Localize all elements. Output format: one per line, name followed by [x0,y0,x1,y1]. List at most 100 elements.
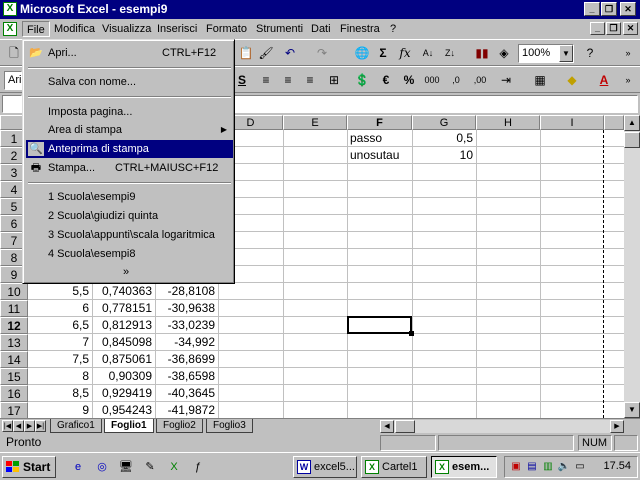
font-name-select[interactable]: Ari [4,71,22,90]
minimize-button[interactable]: _ [584,2,600,16]
cell-value[interactable]: 7,5 [28,351,92,368]
task-excel5[interactable]: W excel5... [293,456,357,478]
borders-icon[interactable]: ▦ [530,71,550,90]
column-header-i[interactable]: I [540,115,604,130]
network-icon[interactable]: ▣ [509,460,523,474]
euro-icon[interactable]: € [376,71,396,90]
desktop-icon[interactable]: 🖥 [118,459,134,475]
thousands-icon[interactable]: 000 [422,71,442,90]
column-header-e[interactable]: E [283,115,347,130]
cell-value[interactable]: 0,90309 [92,368,155,385]
cell-value[interactable]: -36,8699 [155,351,218,368]
menu-strumenti[interactable]: Strumenti [252,21,307,37]
cell-value[interactable]: 9 [28,402,92,418]
cell-value[interactable]: -33,0239 [155,317,218,334]
cell-value[interactable]: 6,5 [28,317,92,334]
recent-file-2[interactable]: 2 Scuola\giudizi quinta [26,207,233,225]
speaker-icon[interactable]: 🔈 [557,460,571,474]
row-header[interactable]: 16 [0,385,28,402]
cell-value[interactable]: 0,954243 [92,402,155,418]
cell-value[interactable]: 5,5 [28,283,92,300]
underline-icon[interactable]: S [232,71,252,90]
cell-value[interactable]: 0,929419 [92,385,155,402]
ie-icon[interactable]: e [70,459,86,475]
cell-value[interactable]: 6 [28,300,92,317]
undo-icon[interactable]: ↶ [280,44,300,63]
align-center-icon[interactable]: ≡ [278,71,298,90]
close-button[interactable]: ✕ [620,2,636,16]
column-header-f[interactable]: F [347,115,412,130]
sort-descending-icon[interactable]: Z↓ [440,44,460,63]
active-cell-f12[interactable] [347,316,414,336]
tab-foglio3[interactable]: Foglio3 [206,419,253,433]
hyperlink-icon[interactable]: 🌐 [352,44,372,63]
column-header-h[interactable]: H [476,115,540,130]
scroll-left-button[interactable]: ◀ [380,420,394,433]
more-buttons-icon[interactable]: » [618,71,638,90]
recent-file-1[interactable]: 1 Scuola\esempi9 [26,188,233,206]
help-icon[interactable]: ? [580,44,600,63]
cell-value[interactable]: 0,740363 [92,283,155,300]
recent-file-4[interactable]: 4 Scuola\esempi8 [26,245,233,263]
vertical-scrollbar[interactable]: ▲ ▼ [624,115,640,418]
tab-foglio2[interactable]: Foglio2 [156,419,203,433]
sort-ascending-icon[interactable]: A↓ [418,44,438,63]
menu-help[interactable]: ? [386,21,400,37]
scroll-right-button[interactable]: ▶ [610,420,624,433]
decrease-decimal-icon[interactable]: ,00 [470,71,490,90]
cell-value[interactable]: -30,9638 [155,300,218,317]
scroll-up-button[interactable]: ▲ [624,115,640,131]
horizontal-scrollbar[interactable]: ◀ ▶ [380,420,624,433]
align-left-icon[interactable]: ≡ [256,71,276,90]
autosum-icon[interactable]: Σ [373,44,393,63]
cell-value[interactable]: -34,992 [155,334,218,351]
column-header-g[interactable]: G [412,115,476,130]
menu-item-salva-con-nome[interactable]: Salva con nome... [26,73,233,91]
cell-g2[interactable]: 10 [412,147,476,164]
cell-value[interactable]: 7 [28,334,92,351]
task-esempi9[interactable]: X esem... [431,456,497,478]
doc-minimize-button[interactable]: _ [590,22,605,35]
task-cartel1[interactable]: X Cartel1 [361,456,427,478]
percent-icon[interactable]: % [399,71,419,90]
menu-item-apri[interactable]: 📂 Apri... CTRL+F12 [26,44,233,62]
font-color-icon[interactable]: A [594,71,614,90]
expand-menu-chevron-icon[interactable]: » [123,266,129,278]
tray-app-icon[interactable]: ▥ [541,460,555,474]
indent-icon[interactable]: ⇥ [496,71,516,90]
cell-value[interactable]: 0,778151 [92,300,155,317]
menu-item-area-di-stampa[interactable]: Area di stampa ▶ [26,121,233,139]
doc-restore-button[interactable]: ❐ [606,22,621,35]
fill-color-icon[interactable]: ◆ [562,71,582,90]
prev-sheet-button[interactable]: ◀ [13,420,24,432]
cell-value[interactable]: -40,3645 [155,385,218,402]
scroll-thumb[interactable] [395,420,415,433]
paste-icon[interactable]: 📋 [236,44,256,63]
row-header[interactable]: 12 [0,317,28,334]
tab-foglio1[interactable]: Foglio1 [104,419,154,433]
excel-icon[interactable]: X [3,2,17,16]
row-header[interactable]: 11 [0,300,28,317]
format-painter-icon[interactable]: 🖌 [256,44,276,63]
menu-visualizza[interactable]: Visualizza [98,21,155,37]
cell-g1[interactable]: 0,5 [412,130,476,147]
menu-item-stampa[interactable]: 🖶 Stampa... CTRL+MAIUSC+F12 [26,159,233,177]
drawing-icon[interactable]: ◈ [494,44,514,63]
more-buttons-icon[interactable]: » [618,44,638,63]
name-box[interactable] [2,95,22,113]
menu-item-imposta-pagina[interactable]: Imposta pagina... [26,103,233,121]
recent-file-3[interactable]: 3 Scuola\appunti\scala logaritmica [26,226,233,244]
redo-icon[interactable]: ↷ [312,44,332,63]
next-sheet-button[interactable]: ▶ [24,420,35,432]
row-header[interactable]: 13 [0,334,28,351]
scheduler-icon[interactable]: ▤ [525,460,539,474]
menu-modifica[interactable]: Modifica [50,21,99,37]
menu-item-anteprima-di-stampa[interactable]: 🔍 Anteprima di stampa [26,140,233,158]
menu-inserisci[interactable]: Inserisci [153,21,201,37]
maximize-button[interactable]: ❐ [601,2,617,16]
scroll-down-button[interactable]: ▼ [624,402,640,418]
channels-icon[interactable]: ✎ [142,459,158,475]
last-sheet-button[interactable]: ▶| [35,420,46,432]
zoom-select[interactable]: 100% ▼ [518,44,574,63]
menu-dati[interactable]: Dati [307,21,335,37]
